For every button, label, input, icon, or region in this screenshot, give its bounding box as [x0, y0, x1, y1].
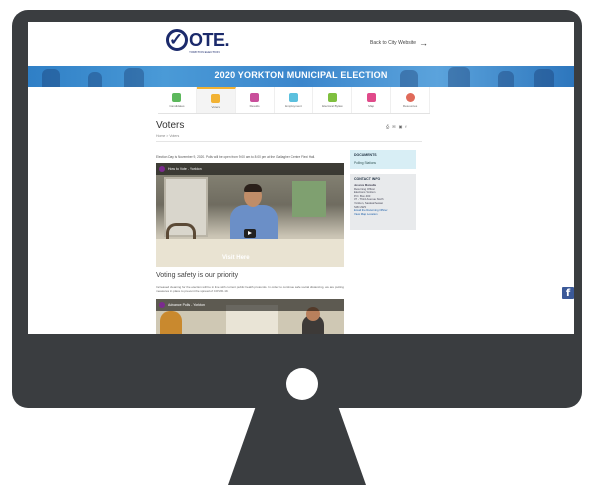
section-text: Increased cleaning for the election will… — [156, 285, 344, 293]
contact-box: CONTACT INFO Jessica Matsalla Returning … — [350, 174, 416, 230]
arrow-right-icon: → — [419, 38, 429, 48]
person-hair — [244, 184, 262, 192]
nav-label: Map — [368, 103, 375, 108]
channel-avatar — [159, 166, 165, 172]
nav-item-map[interactable]: Map — [352, 87, 392, 113]
video-title-bar: How to Vote - Yorkton — [156, 163, 344, 175]
video-title: Advance Polls - Yorkton — [168, 303, 205, 307]
nav-item-electoral-bylaw[interactable]: Electoral Bylaw — [313, 87, 353, 113]
nav-label: Voters — [211, 104, 221, 109]
banner-title: 2020 YORKTON MUNICIPAL ELECTION — [214, 70, 388, 80]
logo-subtitle: YORKTON ELECTION — [189, 50, 220, 54]
share-tools: ⎙ ✉ ▣ f — [386, 124, 406, 129]
logo-text: OTE. — [189, 30, 230, 50]
video-player-advance-polls[interactable]: Advance Polls - Yorkton — [156, 299, 344, 334]
checkmark-icon: ✓ — [169, 30, 184, 49]
play-icon[interactable] — [244, 229, 256, 238]
polling-stations-link[interactable]: Polling Stations — [354, 161, 412, 165]
email-icon[interactable]: ✉ — [392, 124, 395, 129]
breadcrumb[interactable]: Home > Voters — [156, 134, 179, 138]
video-person — [160, 311, 182, 334]
sidebar: DOCUMENTS Polling Stations CONTACT INFO … — [350, 150, 416, 230]
video-table — [156, 239, 344, 267]
candidates-icon — [172, 92, 182, 102]
monitor-screen: ✓ OTE. YORKTON ELECTION Back to City Web… — [28, 22, 574, 334]
voters-icon — [211, 93, 221, 103]
view-map-link[interactable]: View Map Location — [354, 212, 412, 217]
video-title-bar: Advance Polls - Yorkton — [156, 299, 344, 311]
desktop-monitor-illustration: ✓ OTE. YORKTON ELECTION Back to City Web… — [0, 0, 592, 485]
section-heading: Voting safety is our priority — [156, 272, 239, 279]
contact-heading: CONTACT INFO — [354, 177, 381, 181]
map-icon — [366, 92, 376, 102]
share-icon[interactable]: ▣ — [399, 124, 403, 129]
nav-label: Candidates — [169, 103, 185, 108]
back-link-label: Back to City Website — [370, 40, 417, 46]
intro-text: Election Day is November 9, 2020. Polls … — [156, 155, 316, 159]
nav-label: Results — [249, 103, 260, 108]
nav-label: Employment — [285, 103, 302, 108]
title-divider — [156, 141, 422, 142]
nav-item-employment[interactable]: Employment — [275, 87, 314, 113]
video-window — [292, 181, 326, 217]
video-player-how-to-vote[interactable]: How to Vote - Yorkton Visit Here — [156, 163, 344, 267]
vote-logo[interactable]: ✓ OTE. YORKTON ELECTION — [166, 29, 230, 59]
video-title: How to Vote - Yorkton — [168, 167, 202, 171]
facebook-icon[interactable]: f — [562, 287, 574, 299]
site-header: ✓ OTE. YORKTON ELECTION Back to City Web… — [28, 22, 574, 66]
nav-label: Resources — [402, 103, 418, 108]
employment-icon — [289, 92, 298, 102]
results-icon — [250, 92, 260, 102]
facebook-icon[interactable]: f — [405, 124, 406, 129]
documents-heading: DOCUMENTS — [354, 153, 377, 157]
back-to-city-link[interactable]: Back to City Website → — [370, 38, 428, 48]
nav-item-voters[interactable]: Voters — [196, 87, 236, 113]
power-button-icon — [286, 368, 318, 400]
video-overlay-text: Visit Here — [222, 255, 250, 261]
main-nav: Candidates Voters Results Employment Ele… — [158, 87, 431, 114]
print-icon[interactable]: ⎙ — [386, 124, 389, 129]
page-title: Voters — [156, 120, 185, 131]
bylaw-icon — [327, 92, 337, 102]
stand-shape — [228, 406, 366, 485]
channel-avatar — [159, 302, 165, 308]
nav-item-resources[interactable]: Resources — [391, 87, 431, 113]
resources-icon — [405, 92, 415, 102]
nav-item-candidates[interactable]: Candidates — [158, 87, 197, 113]
nav-label: Electoral Bylaw — [322, 103, 343, 108]
hero-banner: 2020 YORKTON MUNICIPAL ELECTION — [28, 66, 574, 87]
documents-box: DOCUMENTS Polling Stations — [350, 150, 416, 169]
nav-item-results[interactable]: Results — [236, 87, 275, 113]
